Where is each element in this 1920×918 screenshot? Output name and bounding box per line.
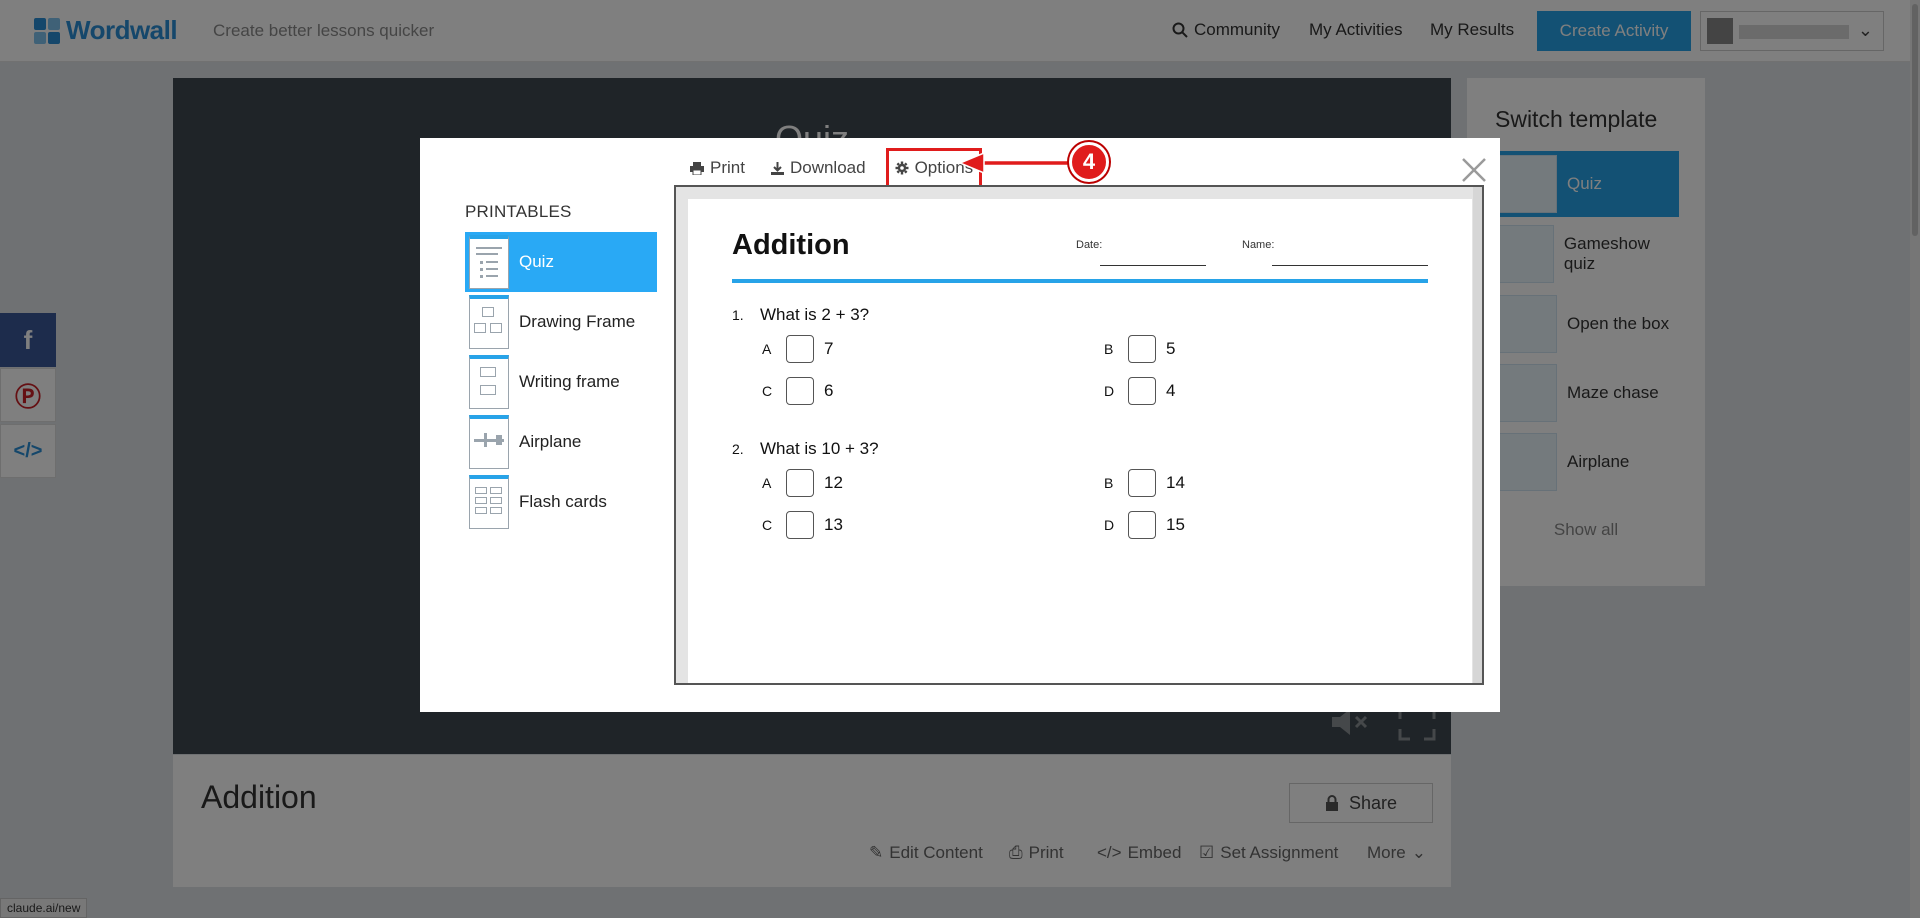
answer-option: D 15 [1104, 511, 1185, 539]
option-value: 13 [824, 515, 843, 534]
option-value: 6 [824, 381, 834, 400]
printable-label: Writing frame [519, 372, 620, 391]
option-letter: D [1104, 517, 1115, 533]
printer-icon [690, 161, 704, 175]
worksheet-preview[interactable]: Addition Date: Name: 1. What is 2 + 3? A… [674, 185, 1484, 685]
printable-label: Drawing Frame [519, 312, 636, 331]
download-label: Download [789, 158, 866, 177]
printables-heading: PRINTABLES [465, 202, 572, 221]
airplane-printable-icon [469, 415, 509, 469]
name-line [1272, 265, 1428, 266]
answer-checkbox [786, 469, 814, 497]
question-number: 2. [732, 441, 744, 457]
print-modal: Print Download Options PRINTABLES Quiz D… [420, 138, 1500, 712]
printable-writing-frame[interactable]: Writing frame [465, 352, 657, 412]
option-value: 12 [824, 473, 843, 492]
printable-flash-cards[interactable]: Flash cards [465, 472, 657, 532]
option-value: 14 [1166, 473, 1185, 492]
preview-scrollbar[interactable] [1473, 187, 1482, 683]
answer-option: D4 [1104, 377, 1175, 405]
answer-option: C6 [762, 377, 833, 405]
option-value: 15 [1166, 515, 1185, 534]
worksheet-page: Addition Date: Name: 1. What is 2 + 3? A… [688, 199, 1472, 683]
print-label: Print [710, 158, 745, 177]
print-button[interactable]: Print [684, 148, 751, 188]
printable-label: Flash cards [519, 492, 607, 511]
date-label: Date: [1076, 239, 1103, 251]
printable-drawing-frame[interactable]: Drawing Frame [465, 292, 657, 352]
question-text: What is 2 + 3? [760, 305, 870, 324]
gear-icon [895, 161, 909, 175]
option-letter: A [762, 475, 772, 491]
option-letter: A [762, 341, 772, 357]
name-label: Name: [1242, 239, 1275, 251]
printable-airplane[interactable]: Airplane [465, 412, 657, 472]
printable-quiz[interactable]: Quiz [465, 232, 657, 292]
option-letter: B [1104, 475, 1114, 491]
option-value: 4 [1166, 381, 1176, 400]
modal-toolbar: Print Download Options [684, 148, 983, 188]
quiz-printable-icon [469, 235, 509, 289]
header-rule [732, 279, 1428, 283]
answer-checkbox [786, 377, 814, 405]
writing-frame-printable-icon [469, 355, 509, 409]
answer-option: A7 [762, 335, 833, 363]
question-number: 1. [732, 307, 744, 323]
drawing-frame-printable-icon [469, 295, 509, 349]
option-letter: C [762, 517, 773, 533]
answer-checkbox [1128, 377, 1156, 405]
option-value: 5 [1166, 339, 1176, 358]
answer-checkbox [786, 335, 814, 363]
download-icon [770, 161, 784, 175]
question-text: What is 10 + 3? [760, 439, 879, 458]
option-value: 7 [824, 339, 834, 358]
printable-label: Airplane [519, 432, 582, 451]
option-letter: D [1104, 383, 1115, 399]
option-letter: B [1104, 341, 1114, 357]
answer-option: C 13 [762, 511, 843, 539]
answer-checkbox [1128, 469, 1156, 497]
answer-checkbox [1128, 511, 1156, 539]
option-letter: C [762, 383, 773, 399]
answer-checkbox [786, 511, 814, 539]
flash-cards-printable-icon [469, 475, 509, 529]
close-icon[interactable] [1458, 154, 1490, 186]
step-number-badge: 4 [1069, 142, 1109, 182]
answer-option: B 14 [1104, 469, 1185, 497]
worksheet-title: Addition [732, 229, 850, 261]
printable-label: Quiz [519, 252, 554, 271]
answer-option: A 12 [762, 469, 843, 497]
download-button[interactable]: Download [765, 148, 872, 188]
answer-option: B5 [1104, 335, 1175, 363]
answer-checkbox [1128, 335, 1156, 363]
date-line [1100, 265, 1206, 266]
